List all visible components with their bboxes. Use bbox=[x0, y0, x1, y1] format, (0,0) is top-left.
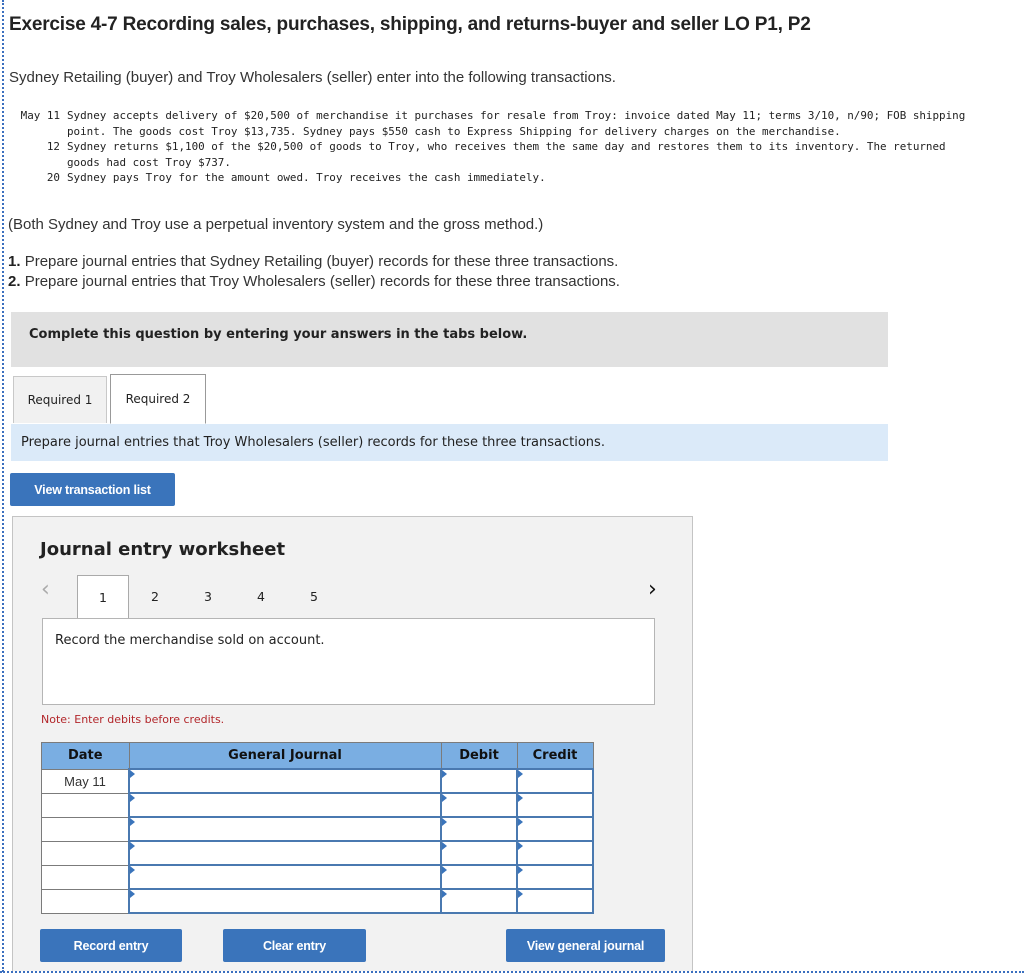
worksheet-title: Journal entry worksheet bbox=[40, 539, 286, 560]
tab-description-text: Prepare journal entries that Troy Wholes… bbox=[21, 435, 605, 450]
credit-input[interactable] bbox=[516, 816, 594, 842]
transaction-row: 20 Sydney pays Troy for the amount owed.… bbox=[8, 170, 967, 186]
debit-input[interactable] bbox=[440, 792, 518, 818]
tab-description: Prepare journal entries that Troy Wholes… bbox=[11, 424, 888, 461]
requirement-text: Prepare journal entries that Troy Wholes… bbox=[24, 273, 620, 290]
table-row bbox=[41, 888, 594, 914]
account-input[interactable] bbox=[128, 768, 442, 794]
frame-border-bottom bbox=[0, 971, 1024, 973]
worksheet-step-3[interactable]: 3 bbox=[193, 575, 223, 617]
transaction-date: May 11 bbox=[20, 109, 60, 122]
date-cell bbox=[41, 840, 130, 866]
chevron-left-icon[interactable]: ‹ bbox=[41, 577, 50, 602]
journal-entry-worksheet: Journal entry worksheet ‹ 1 2 3 4 5 › Re… bbox=[12, 516, 693, 971]
transaction-date: 20 bbox=[46, 171, 60, 184]
debit-input[interactable] bbox=[440, 816, 518, 842]
column-header-credit: Credit bbox=[516, 742, 594, 770]
worksheet-step-4[interactable]: 4 bbox=[246, 575, 276, 617]
debit-input[interactable] bbox=[440, 768, 518, 794]
account-input[interactable] bbox=[128, 888, 442, 914]
tab-required-1[interactable]: Required 1 bbox=[13, 376, 107, 423]
credit-input[interactable] bbox=[516, 840, 594, 866]
transaction-text: Sydney pays Troy for the amount owed. Tr… bbox=[67, 171, 546, 184]
requirements-list: 1. Prepare journal entries that Sydney R… bbox=[8, 252, 620, 292]
debit-input[interactable] bbox=[440, 864, 518, 890]
transaction-text: Sydney returns $1,100 of the $20,500 of … bbox=[67, 140, 946, 169]
journal-table: Date General Journal Debit Credit May 11 bbox=[41, 742, 594, 914]
transaction-list: May 11 Sydney accepts delivery of $20,50… bbox=[8, 108, 967, 186]
view-general-journal-button[interactable]: View general journal bbox=[506, 929, 665, 962]
debit-input[interactable] bbox=[440, 840, 518, 866]
record-entry-button[interactable]: Record entry bbox=[40, 929, 182, 962]
debits-credits-note: Note: Enter debits before credits. bbox=[41, 713, 225, 726]
date-cell: May 11 bbox=[41, 768, 130, 794]
column-header-general-journal: General Journal bbox=[128, 742, 442, 770]
worksheet-description: Record the merchandise sold on account. bbox=[42, 618, 655, 705]
table-row bbox=[41, 840, 594, 866]
frame-border-left bbox=[2, 0, 4, 972]
tab-required-2[interactable]: Required 2 bbox=[110, 374, 206, 424]
transaction-row: 12 Sydney returns $1,100 of the $20,500 … bbox=[8, 139, 967, 170]
date-cell bbox=[41, 816, 130, 842]
table-row bbox=[41, 816, 594, 842]
credit-input[interactable] bbox=[516, 768, 594, 794]
chevron-right-icon[interactable]: › bbox=[648, 577, 657, 602]
debit-input[interactable] bbox=[440, 888, 518, 914]
tab-bar: Required 1 Required 2 bbox=[11, 374, 888, 425]
worksheet-description-text: Record the merchandise sold on account. bbox=[55, 633, 325, 648]
date-cell bbox=[41, 888, 130, 914]
credit-input[interactable] bbox=[516, 888, 594, 914]
date-cell bbox=[41, 864, 130, 890]
intro-text: Sydney Retailing (buyer) and Troy Wholes… bbox=[9, 69, 616, 86]
credit-input[interactable] bbox=[516, 792, 594, 818]
table-row bbox=[41, 792, 594, 818]
requirement-item: 1. Prepare journal entries that Sydney R… bbox=[8, 252, 620, 272]
inventory-note: (Both Sydney and Troy use a perpetual in… bbox=[8, 216, 544, 233]
table-row bbox=[41, 864, 594, 890]
column-header-debit: Debit bbox=[440, 742, 518, 770]
view-transaction-list-button[interactable]: View transaction list bbox=[10, 473, 175, 506]
account-input[interactable] bbox=[128, 792, 442, 818]
transaction-row: May 11 Sydney accepts delivery of $20,50… bbox=[8, 108, 967, 139]
transaction-date: 12 bbox=[46, 140, 60, 153]
requirement-text: Prepare journal entries that Sydney Reta… bbox=[24, 253, 619, 270]
worksheet-step-5[interactable]: 5 bbox=[299, 575, 329, 617]
account-input[interactable] bbox=[128, 816, 442, 842]
date-cell bbox=[41, 792, 130, 818]
account-input[interactable] bbox=[128, 840, 442, 866]
table-row: May 11 bbox=[41, 768, 594, 794]
page-title: Exercise 4-7 Recording sales, purchases,… bbox=[9, 14, 811, 35]
account-input[interactable] bbox=[128, 864, 442, 890]
worksheet-step-1[interactable]: 1 bbox=[77, 575, 129, 618]
credit-input[interactable] bbox=[516, 864, 594, 890]
journal-table-header: Date General Journal Debit Credit bbox=[41, 742, 594, 770]
worksheet-step-2[interactable]: 2 bbox=[140, 575, 170, 617]
instruction-text: Complete this question by entering your … bbox=[29, 327, 528, 342]
requirement-number: 1. bbox=[8, 253, 21, 270]
requirement-number: 2. bbox=[8, 273, 21, 290]
requirement-item: 2. Prepare journal entries that Troy Who… bbox=[8, 272, 620, 292]
instruction-bar: Complete this question by entering your … bbox=[11, 312, 888, 367]
transaction-text: Sydney accepts delivery of $20,500 of me… bbox=[67, 109, 966, 138]
column-header-date: Date bbox=[41, 742, 130, 770]
clear-entry-button[interactable]: Clear entry bbox=[223, 929, 366, 962]
